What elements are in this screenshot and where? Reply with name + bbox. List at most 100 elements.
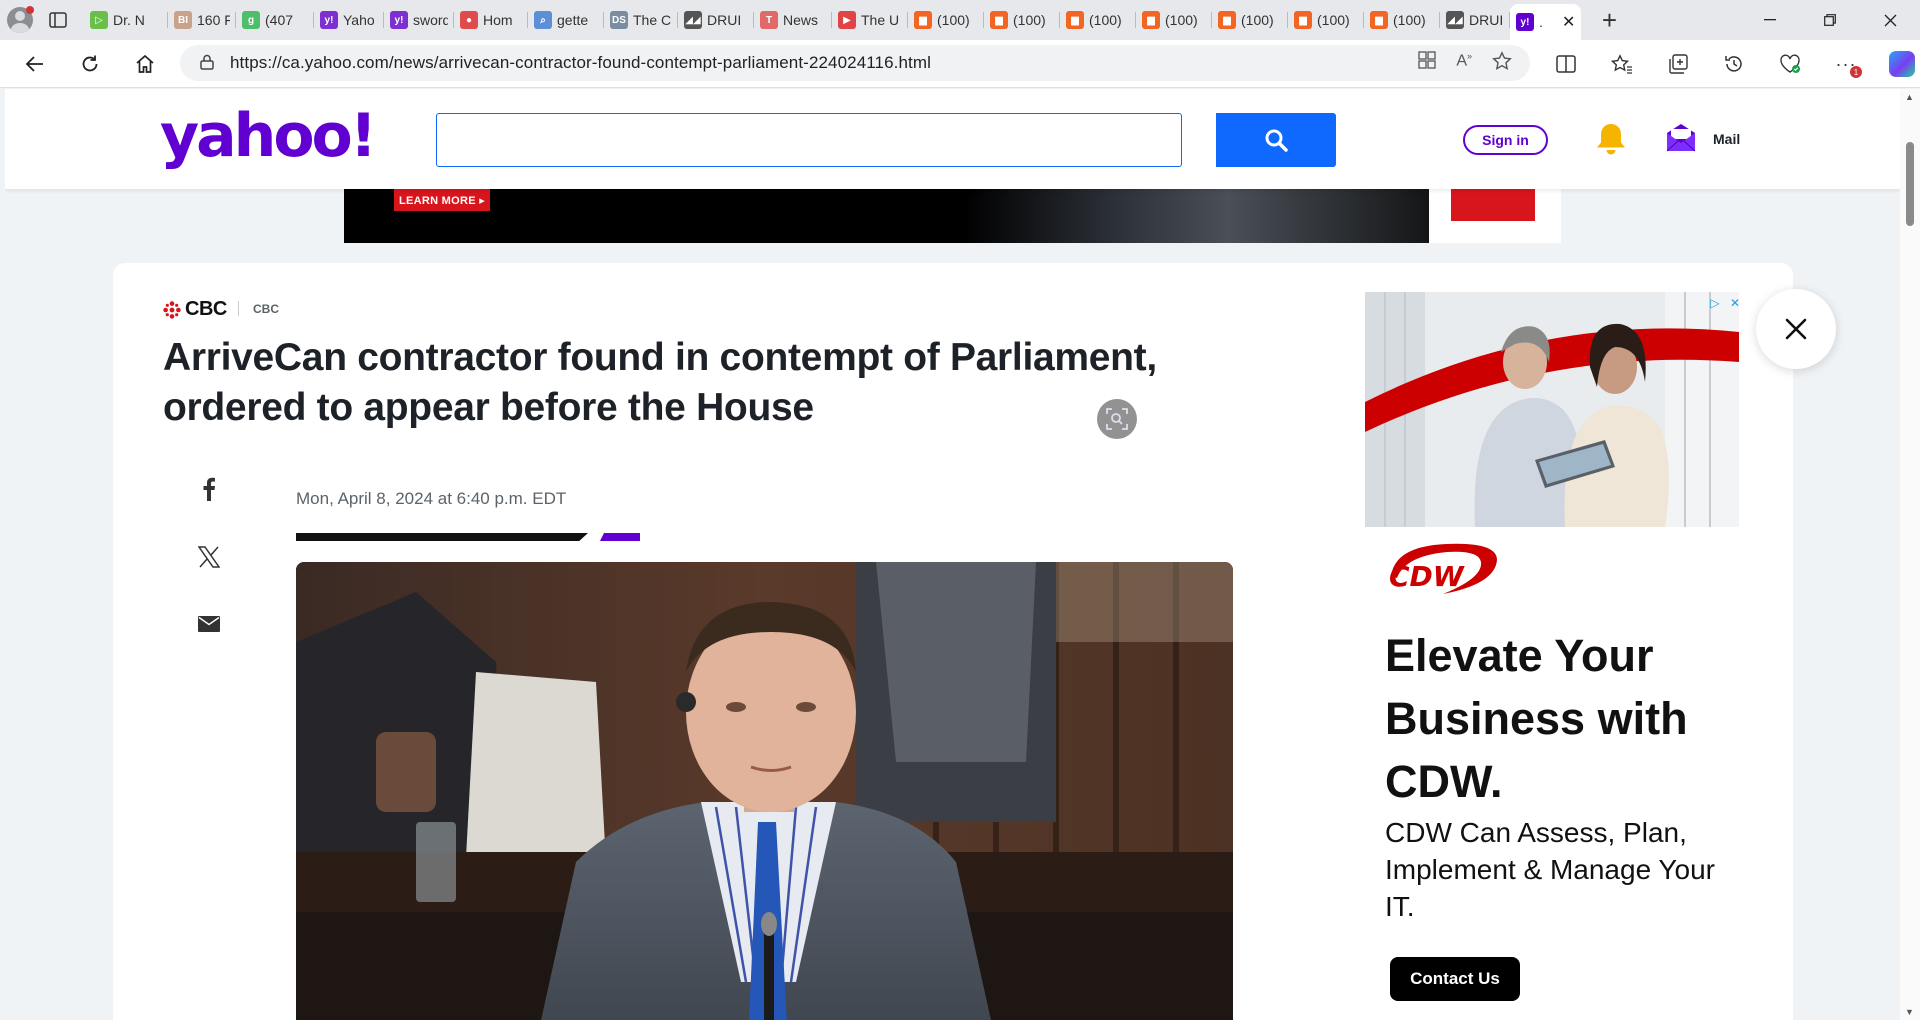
tab-title: (100) <box>1089 12 1122 28</box>
tab-favicon-icon: ▆ <box>1218 11 1236 29</box>
search-input[interactable] <box>437 114 1181 166</box>
tab-favicon-icon: y! <box>390 11 408 29</box>
home-icon <box>136 54 154 73</box>
browser-tab[interactable]: ▆ (100) <box>1288 4 1364 36</box>
url-text[interactable]: https://ca.yahoo.com/news/arrivecan-cont… <box>230 53 931 73</box>
browser-tab[interactable]: ▆ (100) <box>1212 4 1288 36</box>
article-provider[interactable]: CBC <box>253 302 279 316</box>
close-window-button[interactable] <box>1860 0 1920 40</box>
settings-more-button[interactable]: ··· 1 <box>1828 46 1864 82</box>
browser-tab[interactable]: ● Hom <box>454 4 528 36</box>
browser-tab[interactable]: g (407 <box>236 4 314 36</box>
read-aloud-icon[interactable]: A» <box>1456 51 1472 76</box>
split-screen-icon <box>1556 55 1576 73</box>
browser-tab[interactable]: BI 160 F <box>168 4 236 36</box>
tab-favicon-icon: ▆ <box>1370 11 1388 29</box>
tab-title: (100) <box>937 12 970 28</box>
restore-button[interactable] <box>1800 0 1860 40</box>
address-bar[interactable]: https://ca.yahoo.com/news/arrivecan-cont… <box>180 45 1530 81</box>
tab-favicon-icon: ▆ <box>990 11 1008 29</box>
tab-title: The C <box>633 12 672 28</box>
browser-essentials-button[interactable] <box>1772 46 1808 82</box>
tab-title: (100) <box>1013 12 1046 28</box>
search-box <box>436 113 1182 167</box>
history-button[interactable] <box>1716 46 1752 82</box>
favorites-button[interactable] <box>1604 46 1640 82</box>
page-scrollbar[interactable]: ▲ ▼ <box>1900 89 1920 1020</box>
search-button[interactable] <box>1216 113 1336 167</box>
tab-favicon-icon: ⌕ <box>534 11 552 29</box>
copilot-button[interactable] <box>1884 46 1920 82</box>
profile-button[interactable] <box>0 0 40 40</box>
tab-title: (100) <box>1317 12 1350 28</box>
notifications-bell-icon[interactable] <box>1595 122 1627 161</box>
tab-favicon-icon: g <box>242 11 260 29</box>
ad-choices[interactable]: ▷ ✕ <box>1707 295 1743 311</box>
browser-tab[interactable]: ▆ (100) <box>1060 4 1136 36</box>
browser-tab[interactable]: ◢◢ DRUI <box>678 4 754 36</box>
browser-tab[interactable]: y! Yaho <box>314 4 384 36</box>
ad-body-text: CDW Can Assess, Plan, Implement & Manage… <box>1385 817 1715 922</box>
browser-tab[interactable]: y! sword <box>384 4 454 36</box>
share-x-button[interactable] <box>196 544 222 570</box>
tab-actions-icon[interactable] <box>40 0 76 40</box>
tab-title: gette <box>557 12 589 28</box>
browser-tab[interactable]: ⌕ gette <box>528 4 604 36</box>
tab-favicon-icon: ▆ <box>914 11 932 29</box>
close-tab-icon[interactable]: ✕ <box>1562 12 1575 32</box>
browser-tab[interactable]: ▆ (100) <box>908 4 984 36</box>
browser-tab[interactable]: ▷ Dr. N <box>84 4 168 36</box>
contact-us-button[interactable]: Contact Us <box>1390 957 1520 1001</box>
ad-headline: Elevate Your Business with CDW. <box>1385 630 1688 807</box>
new-tab-button[interactable]: + <box>1589 0 1629 40</box>
scroll-up-arrow-icon[interactable]: ▲ <box>1905 92 1914 102</box>
tab-favicon-icon: ▆ <box>1142 11 1160 29</box>
scroll-thumb[interactable] <box>1906 142 1914 226</box>
browser-tab[interactable]: ▆ (100) <box>1364 4 1440 36</box>
cbc-source-logo[interactable]: CBC <box>163 298 227 321</box>
notification-badge: 1 <box>1850 66 1862 78</box>
ad-learn-more-button[interactable]: LEARN MORE ▸ <box>394 189 490 211</box>
close-ad-button[interactable] <box>1756 289 1836 369</box>
tab-favicon-icon: ◢◢ <box>684 11 702 29</box>
ad-close-x-icon[interactable]: ✕ <box>1727 295 1743 311</box>
committee-witness-image <box>296 562 1233 1020</box>
tab-title: DRUI <box>1469 12 1504 28</box>
mail-envelope-icon[interactable] <box>1665 123 1697 158</box>
share-email-button[interactable] <box>196 611 222 637</box>
source-divider <box>238 301 239 316</box>
share-facebook-button[interactable] <box>196 476 222 502</box>
tab-title: 160 F <box>197 12 230 28</box>
home-button[interactable] <box>125 44 165 84</box>
browser-tab[interactable]: ▶ The U <box>832 4 908 36</box>
top-banner-ad[interactable]: LEARN MORE ▸ <box>344 189 1561 243</box>
browser-tab[interactable]: DS The C <box>604 4 678 36</box>
split-screen-button[interactable] <box>1548 46 1584 82</box>
tab-favicon-icon: ● <box>460 11 478 29</box>
mail-link[interactable]: Mail <box>1713 131 1740 147</box>
scroll-down-arrow-icon[interactable]: ▼ <box>1905 1007 1914 1017</box>
cdw-logo-text: CDW <box>1389 560 1465 593</box>
restore-icon <box>1824 14 1836 26</box>
browser-tab[interactable]: T News <box>754 4 832 36</box>
side-ad[interactable]: ▷ ✕ CDW Elevate Your Business with CDW. … <box>1365 292 1740 1020</box>
minimize-button[interactable] <box>1740 0 1800 40</box>
yahoo-logo[interactable]: yahoo! <box>160 101 377 171</box>
tab-active[interactable]: y! . ✕ <box>1510 4 1582 40</box>
article-photo[interactable] <box>296 562 1233 1020</box>
top-ad-image <box>964 189 1444 243</box>
browser-tab[interactable]: ◢◢ DRUI <box>1440 4 1510 36</box>
favorite-star-icon[interactable] <box>1492 50 1512 76</box>
browser-tab[interactable]: ▆ (100) <box>1136 4 1212 36</box>
browser-tab[interactable]: ▆ (100) <box>984 4 1060 36</box>
sign-in-button[interactable]: Sign in <box>1463 125 1548 155</box>
cdw-logo[interactable]: CDW <box>1385 538 1505 609</box>
image-zoom-button[interactable] <box>1097 399 1137 439</box>
refresh-button[interactable] <box>70 44 110 84</box>
back-button[interactable] <box>15 44 55 84</box>
app-available-icon[interactable] <box>1418 50 1436 76</box>
tab-title: (407 <box>265 12 294 28</box>
collections-button[interactable] <box>1660 46 1696 82</box>
tab-favicon-icon: BI <box>174 11 192 29</box>
ad-choices-icon[interactable]: ▷ <box>1707 295 1723 311</box>
